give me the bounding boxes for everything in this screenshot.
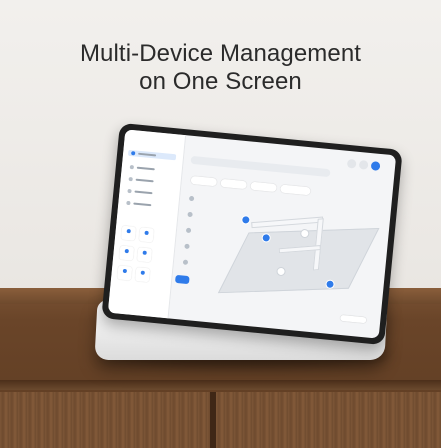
control-dot-icon bbox=[187, 211, 193, 218]
floor-base bbox=[217, 228, 380, 294]
control-dot-icon bbox=[185, 227, 192, 234]
device-icon bbox=[144, 230, 149, 236]
product-photo: Multi-Device Management on One Screen bbox=[0, 0, 441, 448]
device-tile bbox=[134, 267, 151, 283]
sidebar-item bbox=[127, 149, 177, 161]
device-tile bbox=[120, 225, 137, 241]
headline-line-2: on One Screen bbox=[139, 68, 302, 95]
toolbar-circle-icon bbox=[346, 158, 357, 169]
sidebar-item-text bbox=[138, 152, 157, 157]
toolbar-icons bbox=[346, 158, 388, 173]
sidebar-item bbox=[125, 176, 173, 187]
sidebar-item-text bbox=[134, 190, 153, 195]
sidebar-item bbox=[123, 200, 171, 211]
filter-chip bbox=[220, 178, 248, 190]
device-icon bbox=[124, 248, 129, 254]
filter-chip bbox=[280, 184, 311, 196]
filter-chip bbox=[190, 175, 218, 187]
control-dot-icon bbox=[184, 243, 190, 250]
search-bar bbox=[190, 155, 331, 178]
headline-line-1: Multi-Device Management bbox=[79, 40, 362, 67]
sidebar-dot-icon bbox=[128, 176, 133, 182]
device-icon bbox=[122, 268, 128, 274]
sidebar bbox=[107, 129, 187, 319]
sidebar-dot-icon bbox=[126, 200, 131, 206]
device-icon bbox=[140, 270, 145, 275]
sidebar-item bbox=[124, 188, 172, 199]
drawer-left bbox=[0, 392, 210, 448]
sidebar-dot-icon bbox=[131, 151, 136, 156]
tablet bbox=[101, 122, 403, 346]
control-button bbox=[174, 274, 190, 285]
sidebar-item-text bbox=[133, 202, 152, 207]
drawer-right bbox=[216, 392, 441, 448]
device-icon bbox=[142, 250, 147, 255]
toolbar-circle-icon bbox=[370, 161, 381, 171]
toolbar-circle-icon bbox=[358, 159, 369, 170]
control-dot-icon bbox=[182, 259, 189, 265]
device-tile bbox=[138, 227, 155, 243]
sidebar-item-text bbox=[135, 178, 154, 183]
sidebar-item bbox=[127, 164, 175, 175]
device-tile bbox=[117, 265, 133, 281]
device-tile bbox=[136, 247, 153, 263]
device-tile bbox=[118, 245, 135, 261]
device-pin-icon bbox=[240, 214, 251, 225]
tablet-screen bbox=[107, 129, 397, 339]
sidebar-item-text bbox=[136, 166, 155, 171]
headline: Multi-Device Management on One Screen bbox=[0, 40, 441, 96]
control-dot-icon bbox=[188, 195, 195, 202]
floor-wall bbox=[251, 216, 324, 229]
floor-plan bbox=[214, 199, 380, 313]
cabinet-edge bbox=[0, 380, 441, 390]
sidebar-dot-icon bbox=[127, 188, 132, 194]
device-icon bbox=[126, 228, 131, 234]
sidebar-dot-icon bbox=[129, 164, 135, 170]
filter-chip bbox=[250, 181, 277, 193]
rearrange-button bbox=[340, 314, 367, 324]
